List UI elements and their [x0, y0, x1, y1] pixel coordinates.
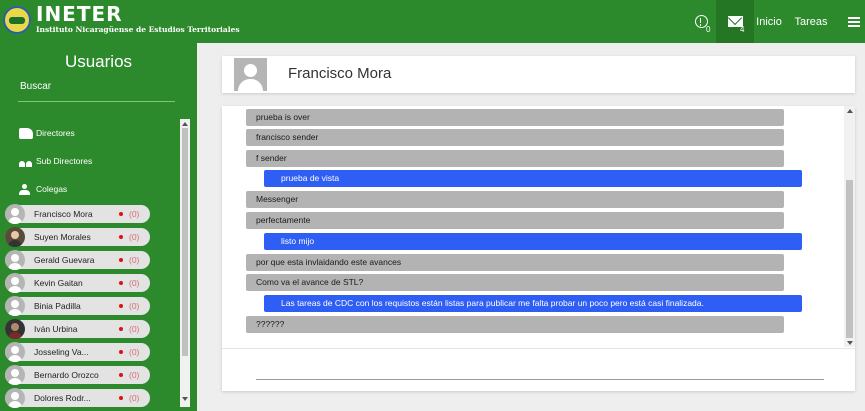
sidebar-scroll-thumb[interactable]: [182, 128, 188, 356]
scroll-up-icon[interactable]: [182, 122, 188, 126]
message-bubble-incoming: Messenger: [246, 191, 784, 208]
status-dot-icon: [119, 281, 123, 285]
user-item-josseling[interactable]: Josseling Va... (0): [5, 342, 150, 362]
user-name: Josseling Va...: [34, 347, 89, 357]
status-dot-icon: [119, 396, 123, 400]
avatar: [5, 296, 25, 316]
user-name: Bernardo Orozco: [34, 370, 99, 380]
group-directores-label: Directores: [36, 128, 75, 138]
group-sub-directores-label: Sub Directores: [36, 156, 93, 166]
sub-directores-icon: [19, 156, 33, 167]
nav-tareas-link[interactable]: Tareas: [792, 0, 830, 43]
avatar: [5, 204, 25, 224]
user-item-gerald-guevara[interactable]: Gerald Guevara (0): [5, 250, 150, 270]
status-dot-icon: [119, 350, 123, 354]
group-directores[interactable]: Directores: [19, 125, 75, 141]
alerts-button[interactable]: 0: [686, 0, 716, 43]
chat-panel: prueba is over francisco sender f sender…: [222, 106, 855, 391]
status-dot-icon: [119, 304, 123, 308]
message-bubble-incoming: perfectamente: [246, 212, 784, 229]
user-item-kevin-gaitan[interactable]: Kevin Gaitan (0): [5, 273, 150, 293]
user-name: Iván Urbina: [34, 324, 78, 334]
hamburger-icon: [848, 16, 860, 27]
user-item-ivan-urbina[interactable]: Iván Urbina (0): [5, 319, 150, 339]
user-name: Dolores Rodr...: [34, 393, 91, 403]
scroll-up-icon[interactable]: [847, 109, 853, 113]
search-underline: [18, 101, 175, 102]
message-bubble-outgoing: listo mijo: [264, 233, 802, 250]
avatar: [5, 250, 25, 270]
user-name: Kevin Gaitan: [34, 278, 83, 288]
avatar: [234, 58, 267, 91]
unread-count: (0): [129, 324, 140, 334]
user-name: Suyen Morales: [34, 232, 91, 242]
nav-inicio-link[interactable]: Inicio: [754, 0, 784, 43]
scroll-down-icon[interactable]: [847, 341, 853, 345]
messages-badge: 4: [740, 25, 745, 34]
unread-count: (0): [129, 209, 140, 219]
unread-count: (0): [129, 301, 140, 311]
status-dot-icon: [119, 373, 123, 377]
user-item-dolores[interactable]: Dolores Rodr... (0): [5, 388, 150, 408]
message-bubble-incoming: ??????: [246, 316, 784, 333]
app-title[interactable]: INETER: [36, 2, 123, 26]
unread-count: (0): [129, 347, 140, 357]
search-label[interactable]: Buscar: [20, 81, 51, 92]
user-item-binia-padilla[interactable]: Binia Padilla (0): [5, 296, 150, 316]
avatar: [5, 388, 25, 408]
status-dot-icon: [119, 212, 123, 216]
avatar: [5, 342, 25, 362]
user-item-francisco-mora[interactable]: Francisco Mora (0): [5, 204, 150, 224]
messages-button[interactable]: 4: [716, 0, 754, 43]
chat-scroll-thumb[interactable]: [846, 180, 853, 338]
unread-count: (0): [129, 278, 140, 288]
menu-button[interactable]: [847, 0, 861, 43]
conversation-header: Francisco Mora: [222, 56, 855, 93]
avatar: [5, 227, 25, 247]
message-input[interactable]: [256, 358, 824, 380]
contact-name: Francisco Mora: [288, 65, 392, 82]
avatar: [5, 273, 25, 293]
avatar: [5, 365, 25, 385]
unread-count: (0): [129, 370, 140, 380]
sidebar-title: Usuarios: [64, 52, 133, 71]
user-item-bernardo-orozco[interactable]: Bernardo Orozco (0): [5, 365, 150, 385]
app-subtitle: Instituto Nicaragüense de Estudios Terri…: [36, 25, 240, 34]
message-bubble-incoming: f sender: [246, 150, 784, 167]
message-bubble-incoming: prueba is over: [246, 109, 784, 126]
group-sub-directores[interactable]: Sub Directores: [19, 153, 92, 169]
divider: [222, 348, 855, 349]
top-navbar: INETER Instituto Nicaragüense de Estudio…: [0, 0, 865, 43]
scroll-down-icon[interactable]: [182, 397, 188, 401]
unread-count: (0): [129, 393, 140, 403]
colegas-icon: [19, 183, 33, 195]
ineter-logo[interactable]: [3, 6, 31, 34]
group-colegas-label: Colegas: [36, 184, 68, 194]
user-name: Binia Padilla: [34, 301, 81, 311]
unread-count: (0): [129, 232, 140, 242]
message-bubble-outgoing: prueba de vista: [264, 170, 802, 187]
alerts-badge: 0: [706, 25, 711, 34]
message-bubble-incoming: francisco sender: [246, 129, 784, 146]
user-name: Francisco Mora: [34, 209, 93, 219]
group-colegas[interactable]: Colegas: [19, 181, 67, 197]
status-dot-icon: [119, 327, 123, 331]
status-dot-icon: [119, 235, 123, 239]
unread-count: (0): [129, 255, 140, 265]
message-bubble-outgoing: Las tareas de CDC con los requistos está…: [264, 295, 802, 312]
directores-icon: [19, 127, 33, 139]
users-sidebar: Usuarios Buscar Directores Sub Directore…: [0, 43, 197, 411]
message-list[interactable]: prueba is over francisco sender f sender…: [222, 106, 855, 347]
message-bubble-incoming: por que esta invlaidando este avances: [246, 254, 784, 271]
message-bubble-incoming: Como va el avance de STL?: [246, 274, 784, 291]
avatar: [5, 319, 25, 339]
user-item-suyen-morales[interactable]: Suyen Morales (0): [5, 227, 150, 247]
status-dot-icon: [119, 258, 123, 262]
user-name: Gerald Guevara: [34, 255, 95, 265]
